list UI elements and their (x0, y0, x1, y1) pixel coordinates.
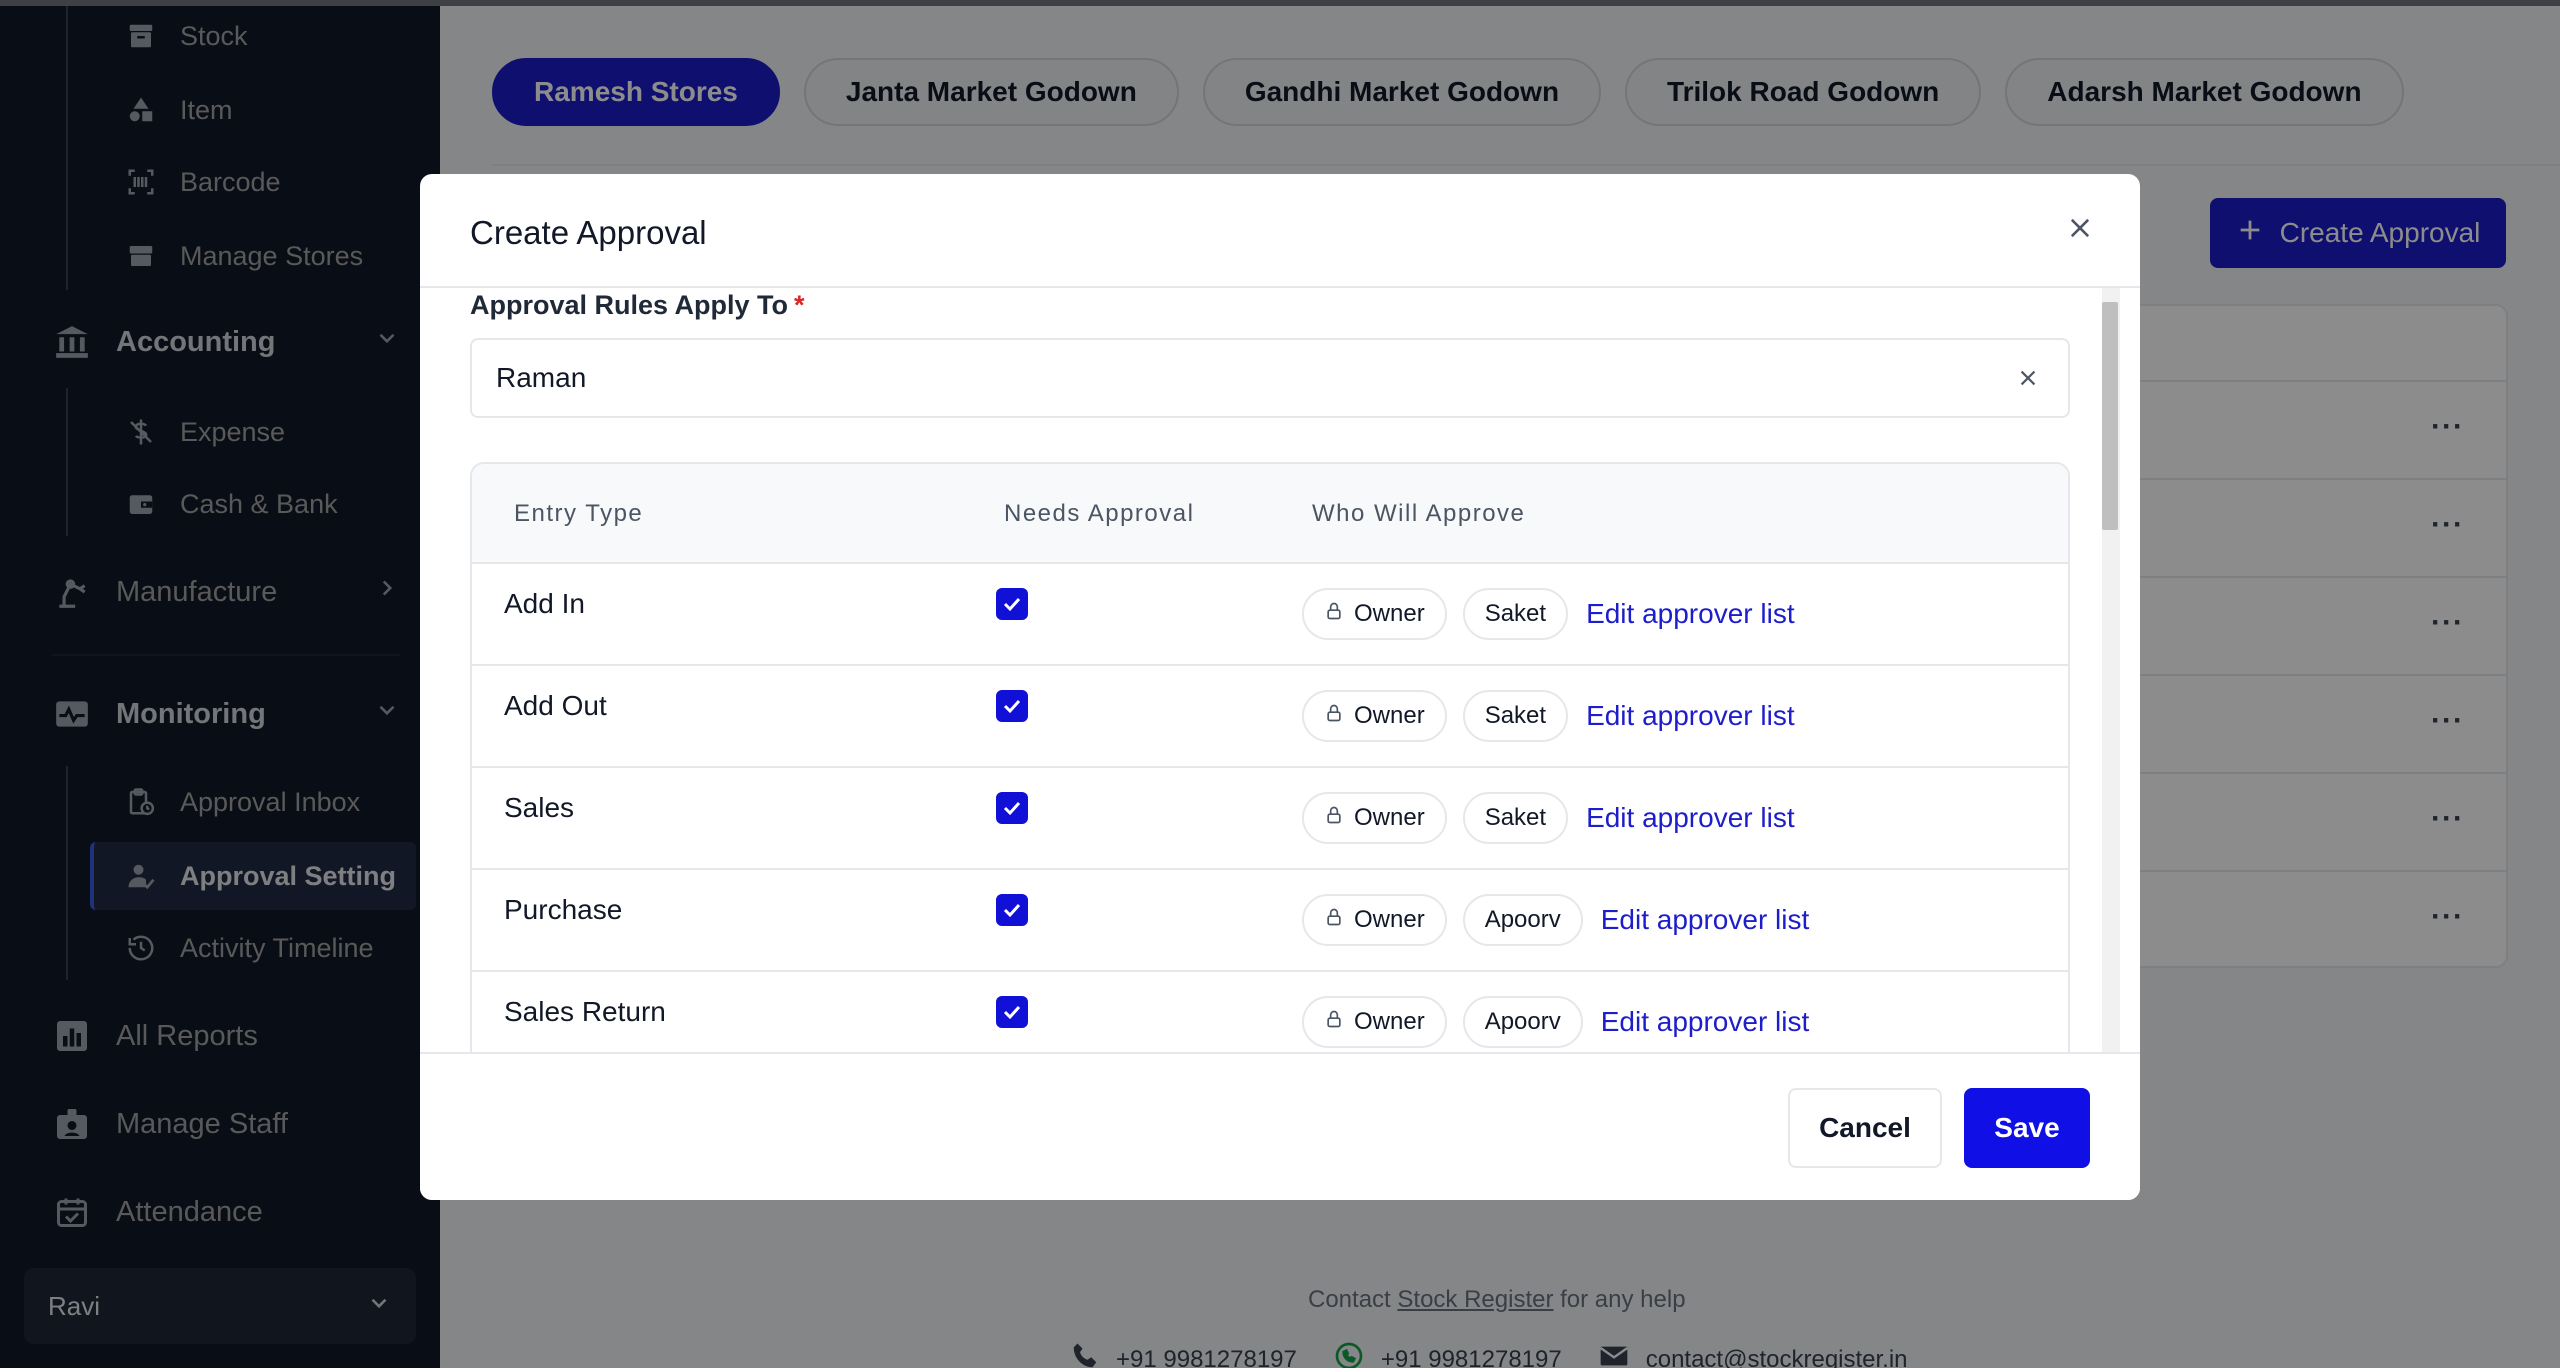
table-row: Add Out Owner Saket Edit approver list (472, 666, 2068, 768)
lock-icon (1324, 906, 1344, 934)
modal-footer: Cancel Save (420, 1052, 2140, 1200)
modal-header: Create Approval (420, 174, 2140, 288)
edit-approver-list-link[interactable]: Edit approver list (1586, 700, 1795, 732)
approver-chip: Apoorv (1462, 996, 1583, 1048)
field-label-text: Approval Rules Apply To (470, 290, 789, 320)
edit-approver-list-link[interactable]: Edit approver list (1586, 802, 1795, 834)
chip-label: Owner (1354, 804, 1425, 831)
approver-list: Owner Apoorv Edit approver list (1302, 894, 1809, 946)
clear-icon[interactable] (2012, 362, 2044, 394)
modal-scrollbar-thumb[interactable] (2102, 302, 2118, 530)
edit-approver-list-link[interactable]: Edit approver list (1601, 904, 1810, 936)
approver-chip: Saket (1462, 792, 1569, 844)
approver-list: Owner Saket Edit approver list (1302, 690, 1795, 742)
lock-icon (1324, 804, 1344, 832)
owner-chip: Owner (1302, 588, 1447, 640)
chip-label: Owner (1354, 1008, 1425, 1035)
column-header-needs-approval: Needs Approval (1004, 500, 1195, 527)
owner-chip: Owner (1302, 996, 1447, 1048)
needs-approval-checkbox[interactable] (996, 792, 1028, 824)
approver-chip: Saket (1462, 690, 1569, 742)
needs-approval-checkbox[interactable] (996, 588, 1028, 620)
entry-type: Add Out (504, 690, 607, 721)
selected-user: Raman (496, 362, 587, 393)
approval-rules-label: Approval Rules Apply To * (470, 290, 805, 321)
edit-approver-list-link[interactable]: Edit approver list (1586, 598, 1795, 630)
column-header-who-will-approve: Who Will Approve (1312, 500, 1526, 527)
approval-rules-table: Entry Type Needs Approval Who Will Appro… (470, 462, 2070, 1052)
chip-label: Owner (1354, 906, 1425, 933)
window-top-border (0, 0, 2560, 6)
lock-icon (1324, 1008, 1344, 1036)
lock-icon (1324, 702, 1344, 730)
owner-chip: Owner (1302, 792, 1447, 844)
owner-chip: Owner (1302, 894, 1447, 946)
edit-approver-list-link[interactable]: Edit approver list (1601, 1006, 1810, 1038)
chip-label: Owner (1354, 702, 1425, 729)
close-icon[interactable] (2062, 210, 2098, 246)
entry-type: Sales (504, 792, 575, 823)
approver-list: Owner Saket Edit approver list (1302, 792, 1795, 844)
column-header-entry-type: Entry Type (514, 500, 644, 527)
needs-approval-checkbox[interactable] (996, 690, 1028, 722)
needs-approval-checkbox[interactable] (996, 996, 1028, 1028)
approval-rules-select[interactable]: Raman (470, 338, 2070, 418)
save-button[interactable]: Save (1964, 1088, 2090, 1168)
chip-label: Owner (1354, 600, 1425, 627)
table-row: Sales Owner Saket Edit approver list (472, 768, 2068, 870)
entry-type: Add In (504, 588, 585, 619)
table-header: Entry Type Needs Approval Who Will Appro… (472, 464, 2068, 564)
required-asterisk: * (794, 290, 805, 320)
cancel-button[interactable]: Cancel (1788, 1088, 1942, 1168)
table-row: Add In Owner Saket Edit approver list (472, 564, 2068, 666)
approver-list: Owner Saket Edit approver list (1302, 588, 1795, 640)
entry-type: Sales Return (504, 996, 666, 1027)
modal-body: Approval Rules Apply To * Raman Entry Typ… (420, 288, 2140, 1052)
approver-chip: Saket (1462, 588, 1569, 640)
table-row: Purchase Owner Apoorv Edit approver list (472, 870, 2068, 972)
create-approval-modal: Create Approval Approval Rules Apply To *… (420, 174, 2140, 1200)
owner-chip: Owner (1302, 690, 1447, 742)
entry-type: Purchase (504, 894, 623, 925)
modal-title: Create Approval (470, 214, 707, 251)
approver-chip: Apoorv (1462, 894, 1583, 946)
table-row: Sales Return Owner Apoorv Edit approver … (472, 972, 2068, 1052)
approver-list: Owner Apoorv Edit approver list (1302, 996, 1809, 1048)
lock-icon (1324, 600, 1344, 628)
needs-approval-checkbox[interactable] (996, 894, 1028, 926)
